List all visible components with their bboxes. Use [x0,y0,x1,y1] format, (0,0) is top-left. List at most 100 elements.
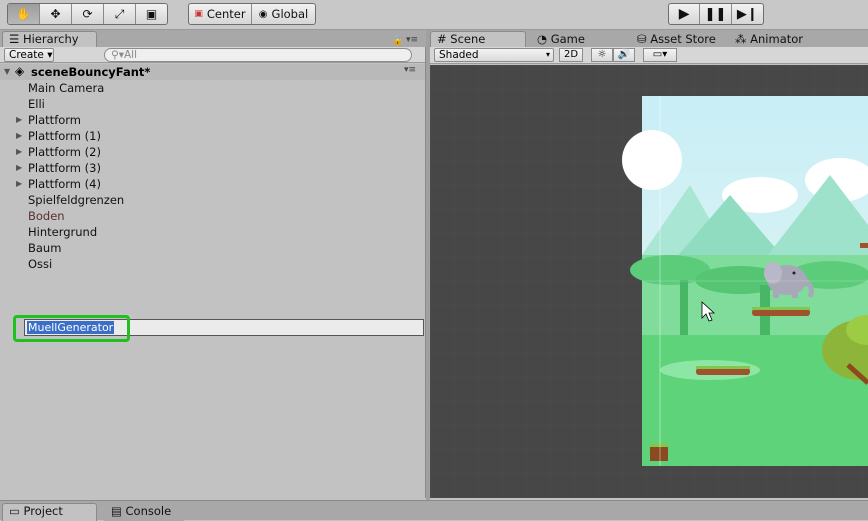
lock-icon[interactable]: 🔒 [392,36,403,46]
tab-scene[interactable]: # Scene [430,31,526,47]
shading-mode-label: Shaded [439,49,479,61]
effects-dropdown[interactable]: ▭▾ [643,48,677,62]
hand-tool-button[interactable]: ✋ [8,4,40,24]
hierarchy-item-label: Plattform (2) [28,145,101,159]
scale-tool-button[interactable]: ⤢ [104,4,136,24]
expand-arrow-icon[interactable]: ▶ [16,176,22,192]
tab-animator[interactable]: ⁂ Animator [728,31,818,47]
hierarchy-item-label: Plattform (1) [28,129,101,143]
scene-canvas [430,65,868,498]
hierarchy-item[interactable]: Boden [0,208,425,224]
search-placeholder: All [123,49,137,61]
speaker-icon: 🔊 [617,49,631,60]
hierarchy-item-label: Hintergrund [28,225,98,239]
scale-icon: ⤢ [114,6,125,21]
hierarchy-toolbar: Create ▾ ⚲▾All [0,47,425,63]
search-icon: ⚲▾ [111,49,124,61]
hierarchy-item[interactable]: ▶ Plattform (1) [0,128,425,144]
tab-console-label: Console [125,504,172,518]
main-toolbar: ✋ ✥ ⟳ ⤢ ▣ ▣ Center ◉ Global ▶ ❚❚ ▶❙ [0,0,868,30]
image-icon: ▭▾ [652,49,668,60]
hierarchy-item-label: Baum [28,241,62,255]
rect-tool-button[interactable]: ▣ [136,4,167,24]
hierarchy-item[interactable]: Main Camera [0,80,425,96]
hierarchy-item-label: Spielfeldgrenzen [28,193,125,207]
scene-menu-icon[interactable]: ▾≡ [404,65,416,75]
hierarchy-item[interactable]: ▶ Plattform (3) [0,160,425,176]
scene-toolbar: Shaded ▾ 2D ☼ 🔊 ▭▾ [430,47,868,64]
hand-icon: ✋ [16,7,31,21]
expand-arrow-icon[interactable]: ▶ [16,128,22,144]
tab-console[interactable]: ▤ Console [104,503,184,521]
hierarchy-item-label: Plattform [28,113,82,127]
move-icon: ✥ [50,7,61,21]
tab-project-label: Project [23,504,63,518]
globe-icon: ◉ [258,8,268,20]
hierarchy-item-label: Plattform (3) [28,161,101,175]
scene-root-row[interactable]: ▼ ◈ sceneBouncyFant* ▾≡ [0,64,425,80]
cloud [622,130,682,190]
create-button[interactable]: Create ▾ [4,48,54,62]
sun-icon: ☼ [597,49,607,60]
pivot-controls: ▣ Center ◉ Global [188,3,316,25]
platform[interactable] [860,243,868,248]
hierarchy-item-label: Main Camera [28,81,105,95]
ground-block[interactable] [650,445,668,461]
platform-grass [696,366,750,369]
platform[interactable] [696,368,750,375]
tab-game-label: Game [550,32,585,46]
step-icon: ▶❙ [736,6,758,22]
ground-block-grass [650,443,668,447]
hierarchy-item[interactable]: Spielfeldgrenzen [0,192,425,208]
expand-arrow-icon[interactable]: ▼ [4,67,10,76]
hierarchy-item[interactable]: ▶ Plattform (4) [0,176,425,192]
step-button[interactable]: ▶❙ [732,4,763,24]
scene-viewport[interactable] [430,65,868,498]
audio-toggle[interactable]: 🔊 [613,48,635,62]
toggle-2d-button[interactable]: 2D [559,48,583,62]
move-tool-button[interactable]: ✥ [40,4,72,24]
list-icon: ☰ [9,32,20,46]
rotate-tool-button[interactable]: ⟳ [72,4,104,24]
rotate-icon: ⟳ [82,7,93,21]
folder-icon: ▭ [9,504,20,518]
hierarchy-item[interactable]: Ossi [0,256,425,272]
hierarchy-item-label: Elli [28,97,45,111]
grid-icon: # [437,32,447,46]
chevron-down-icon: ▾ [545,50,550,59]
console-icon: ▤ [111,504,122,518]
hierarchy-item[interactable]: ▶ Plattform (2) [0,144,425,160]
tab-asset-store[interactable]: ⛁ Asset Store [630,31,726,47]
hierarchy-tabbar: ☰ Hierarchy 🔒 ▾≡ [0,30,426,47]
search-input[interactable]: ⚲▾All [104,48,412,62]
pause-button[interactable]: ❚❚ [700,4,732,24]
tab-project[interactable]: ▭ Project [2,503,97,521]
hierarchy-item[interactable]: Elli [0,96,425,112]
game-frame[interactable] [622,96,868,466]
store-icon: ⛁ [637,32,647,46]
platform[interactable] [752,309,810,316]
expand-arrow-icon[interactable]: ▶ [16,144,22,160]
hierarchy-item[interactable]: ▶ Plattform [0,112,425,128]
expand-arrow-icon[interactable]: ▶ [16,160,22,176]
lighting-toggle[interactable]: ☼ [591,48,613,62]
shading-mode-dropdown[interactable]: Shaded ▾ [434,48,554,62]
platform-grass [752,307,810,310]
tab-hierarchy[interactable]: ☰ Hierarchy [2,31,97,47]
expand-arrow-icon[interactable]: ▶ [16,112,22,128]
hierarchy-item[interactable]: Baum [0,240,425,256]
tab-game[interactable]: ◔ Game [530,31,600,47]
tab-hierarchy-label: Hierarchy [22,32,79,46]
hierarchy-item-label: Plattform (4) [28,177,101,191]
pivot-center-button[interactable]: ▣ Center [189,4,253,24]
pacman-icon: ◔ [537,32,548,46]
space-global-button[interactable]: ◉ Global [252,4,315,24]
hierarchy-item-label: Boden [28,209,65,223]
scene-name: sceneBouncyFant* [31,65,151,79]
scene-tabbar: # Scene ◔ Game ⛁ Asset Store ⁂ Animator [430,30,868,47]
hierarchy-item-label: Ossi [28,257,53,271]
play-button[interactable]: ▶ [669,4,701,24]
hierarchy-panel: Create ▾ ⚲▾All ▼ ◈ sceneBouncyFant* ▾≡ M… [0,47,426,498]
panel-menu-icon[interactable]: ▾≡ [406,35,418,45]
hierarchy-item[interactable]: Hintergrund [0,224,425,240]
